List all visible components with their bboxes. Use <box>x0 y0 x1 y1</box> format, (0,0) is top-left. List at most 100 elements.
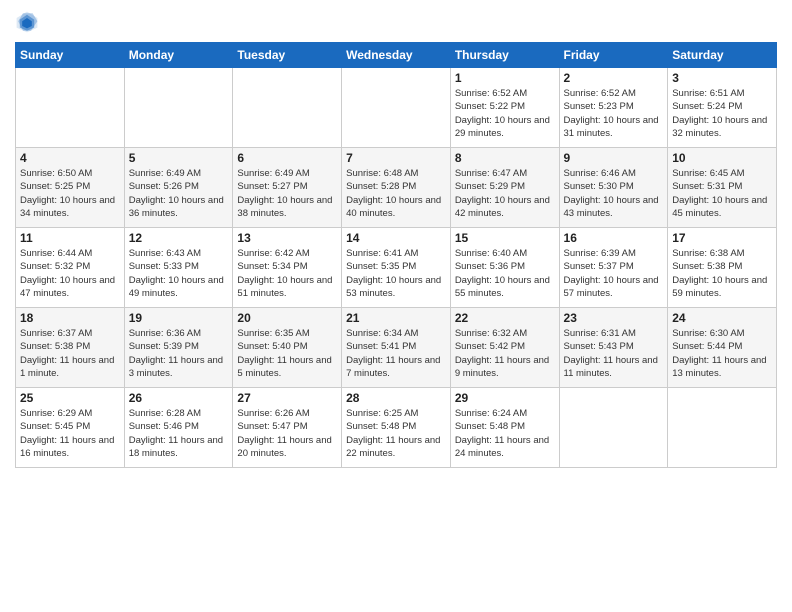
day-number: 28 <box>346 391 446 405</box>
day-info: Sunrise: 6:35 AM Sunset: 5:40 PM Dayligh… <box>237 327 337 380</box>
day-cell: 1 Sunrise: 6:52 AM Sunset: 5:22 PM Daylig… <box>450 68 559 148</box>
col-header-thursday: Thursday <box>450 43 559 68</box>
day-cell: 5 Sunrise: 6:49 AM Sunset: 5:26 PM Daylig… <box>124 148 233 228</box>
day-cell: 15 Sunrise: 6:40 AM Sunset: 5:36 PM Dayli… <box>450 228 559 308</box>
day-info: Sunrise: 6:37 AM Sunset: 5:38 PM Dayligh… <box>20 327 120 380</box>
day-cell: 28 Sunrise: 6:25 AM Sunset: 5:48 PM Dayli… <box>342 388 451 468</box>
day-info: Sunrise: 6:41 AM Sunset: 5:35 PM Dayligh… <box>346 247 446 300</box>
day-info: Sunrise: 6:31 AM Sunset: 5:43 PM Dayligh… <box>564 327 664 380</box>
day-cell <box>668 388 777 468</box>
col-header-wednesday: Wednesday <box>342 43 451 68</box>
page: SundayMondayTuesdayWednesdayThursdayFrid… <box>0 0 792 612</box>
day-number: 2 <box>564 71 664 85</box>
week-row-2: 11 Sunrise: 6:44 AM Sunset: 5:32 PM Dayli… <box>16 228 777 308</box>
day-cell: 9 Sunrise: 6:46 AM Sunset: 5:30 PM Daylig… <box>559 148 668 228</box>
day-info: Sunrise: 6:50 AM Sunset: 5:25 PM Dayligh… <box>20 167 120 220</box>
day-cell: 24 Sunrise: 6:30 AM Sunset: 5:44 PM Dayli… <box>668 308 777 388</box>
day-number: 25 <box>20 391 120 405</box>
day-cell: 2 Sunrise: 6:52 AM Sunset: 5:23 PM Daylig… <box>559 68 668 148</box>
header-row: SundayMondayTuesdayWednesdayThursdayFrid… <box>16 43 777 68</box>
day-number: 4 <box>20 151 120 165</box>
day-cell: 25 Sunrise: 6:29 AM Sunset: 5:45 PM Dayli… <box>16 388 125 468</box>
day-cell: 29 Sunrise: 6:24 AM Sunset: 5:48 PM Dayli… <box>450 388 559 468</box>
day-info: Sunrise: 6:44 AM Sunset: 5:32 PM Dayligh… <box>20 247 120 300</box>
day-number: 13 <box>237 231 337 245</box>
week-row-3: 18 Sunrise: 6:37 AM Sunset: 5:38 PM Dayli… <box>16 308 777 388</box>
day-cell: 22 Sunrise: 6:32 AM Sunset: 5:42 PM Dayli… <box>450 308 559 388</box>
day-number: 5 <box>129 151 229 165</box>
logo <box>15 10 43 34</box>
day-number: 16 <box>564 231 664 245</box>
day-cell: 14Sunrise: 6:41 AM Sunset: 5:35 PM Dayli… <box>342 228 451 308</box>
day-info: Sunrise: 6:26 AM Sunset: 5:47 PM Dayligh… <box>237 407 337 460</box>
day-number: 21 <box>346 311 446 325</box>
day-cell <box>16 68 125 148</box>
day-cell: 13 Sunrise: 6:42 AM Sunset: 5:34 PM Dayli… <box>233 228 342 308</box>
day-number: 24 <box>672 311 772 325</box>
col-header-friday: Friday <box>559 43 668 68</box>
day-number: 27 <box>237 391 337 405</box>
day-info: Sunrise: 6:51 AM Sunset: 5:24 PM Dayligh… <box>672 87 772 140</box>
day-info: Sunrise: 6:29 AM Sunset: 5:45 PM Dayligh… <box>20 407 120 460</box>
header <box>15 10 777 34</box>
day-cell: 26 Sunrise: 6:28 AM Sunset: 5:46 PM Dayli… <box>124 388 233 468</box>
day-number: 19 <box>129 311 229 325</box>
day-number: 1 <box>455 71 555 85</box>
day-info: Sunrise: 6:28 AM Sunset: 5:46 PM Dayligh… <box>129 407 229 460</box>
day-cell: 23 Sunrise: 6:31 AM Sunset: 5:43 PM Dayli… <box>559 308 668 388</box>
day-info: Sunrise: 6:30 AM Sunset: 5:44 PM Dayligh… <box>672 327 772 380</box>
day-info: Sunrise: 6:48 AM Sunset: 5:28 PM Dayligh… <box>346 167 446 220</box>
day-info: Sunrise: 6:25 AM Sunset: 5:48 PM Dayligh… <box>346 407 446 460</box>
col-header-tuesday: Tuesday <box>233 43 342 68</box>
day-cell: 7 Sunrise: 6:48 AM Sunset: 5:28 PM Daylig… <box>342 148 451 228</box>
day-number: 11 <box>20 231 120 245</box>
day-number: 8 <box>455 151 555 165</box>
day-cell: 27 Sunrise: 6:26 AM Sunset: 5:47 PM Dayli… <box>233 388 342 468</box>
day-number: 15 <box>455 231 555 245</box>
day-number: 12 <box>129 231 229 245</box>
calendar-table: SundayMondayTuesdayWednesdayThursdayFrid… <box>15 42 777 468</box>
day-info: Sunrise: 6:46 AM Sunset: 5:30 PM Dayligh… <box>564 167 664 220</box>
day-cell: 10Sunrise: 6:45 AM Sunset: 5:31 PM Dayli… <box>668 148 777 228</box>
day-info: Sunrise: 6:52 AM Sunset: 5:22 PM Dayligh… <box>455 87 555 140</box>
week-row-0: 1 Sunrise: 6:52 AM Sunset: 5:22 PM Daylig… <box>16 68 777 148</box>
day-cell: 19 Sunrise: 6:36 AM Sunset: 5:39 PM Dayli… <box>124 308 233 388</box>
day-cell: 4 Sunrise: 6:50 AM Sunset: 5:25 PM Daylig… <box>16 148 125 228</box>
day-cell: 11 Sunrise: 6:44 AM Sunset: 5:32 PM Dayli… <box>16 228 125 308</box>
col-header-monday: Monday <box>124 43 233 68</box>
day-number: 22 <box>455 311 555 325</box>
day-cell <box>559 388 668 468</box>
day-info: Sunrise: 6:32 AM Sunset: 5:42 PM Dayligh… <box>455 327 555 380</box>
day-number: 10 <box>672 151 772 165</box>
logo-icon <box>15 10 39 34</box>
col-header-saturday: Saturday <box>668 43 777 68</box>
day-number: 9 <box>564 151 664 165</box>
day-number: 6 <box>237 151 337 165</box>
day-info: Sunrise: 6:49 AM Sunset: 5:27 PM Dayligh… <box>237 167 337 220</box>
week-row-4: 25 Sunrise: 6:29 AM Sunset: 5:45 PM Dayli… <box>16 388 777 468</box>
day-cell: 18 Sunrise: 6:37 AM Sunset: 5:38 PM Dayli… <box>16 308 125 388</box>
day-number: 17 <box>672 231 772 245</box>
day-number: 7 <box>346 151 446 165</box>
day-info: Sunrise: 6:34 AM Sunset: 5:41 PM Dayligh… <box>346 327 446 380</box>
day-info: Sunrise: 6:24 AM Sunset: 5:48 PM Dayligh… <box>455 407 555 460</box>
day-cell: 16 Sunrise: 6:39 AM Sunset: 5:37 PM Dayli… <box>559 228 668 308</box>
col-header-sunday: Sunday <box>16 43 125 68</box>
week-row-1: 4 Sunrise: 6:50 AM Sunset: 5:25 PM Daylig… <box>16 148 777 228</box>
day-info: Sunrise: 6:42 AM Sunset: 5:34 PM Dayligh… <box>237 247 337 300</box>
day-number: 29 <box>455 391 555 405</box>
day-info: Sunrise: 6:39 AM Sunset: 5:37 PM Dayligh… <box>564 247 664 300</box>
day-number: 23 <box>564 311 664 325</box>
day-cell: 6 Sunrise: 6:49 AM Sunset: 5:27 PM Daylig… <box>233 148 342 228</box>
day-info: Sunrise: 6:52 AM Sunset: 5:23 PM Dayligh… <box>564 87 664 140</box>
day-cell: 20Sunrise: 6:35 AM Sunset: 5:40 PM Dayli… <box>233 308 342 388</box>
day-number: 18 <box>20 311 120 325</box>
day-cell: 12Sunrise: 6:43 AM Sunset: 5:33 PM Dayli… <box>124 228 233 308</box>
day-cell: 8Sunrise: 6:47 AM Sunset: 5:29 PM Daylig… <box>450 148 559 228</box>
day-info: Sunrise: 6:49 AM Sunset: 5:26 PM Dayligh… <box>129 167 229 220</box>
day-info: Sunrise: 6:38 AM Sunset: 5:38 PM Dayligh… <box>672 247 772 300</box>
day-number: 26 <box>129 391 229 405</box>
day-info: Sunrise: 6:36 AM Sunset: 5:39 PM Dayligh… <box>129 327 229 380</box>
day-info: Sunrise: 6:40 AM Sunset: 5:36 PM Dayligh… <box>455 247 555 300</box>
day-cell <box>124 68 233 148</box>
